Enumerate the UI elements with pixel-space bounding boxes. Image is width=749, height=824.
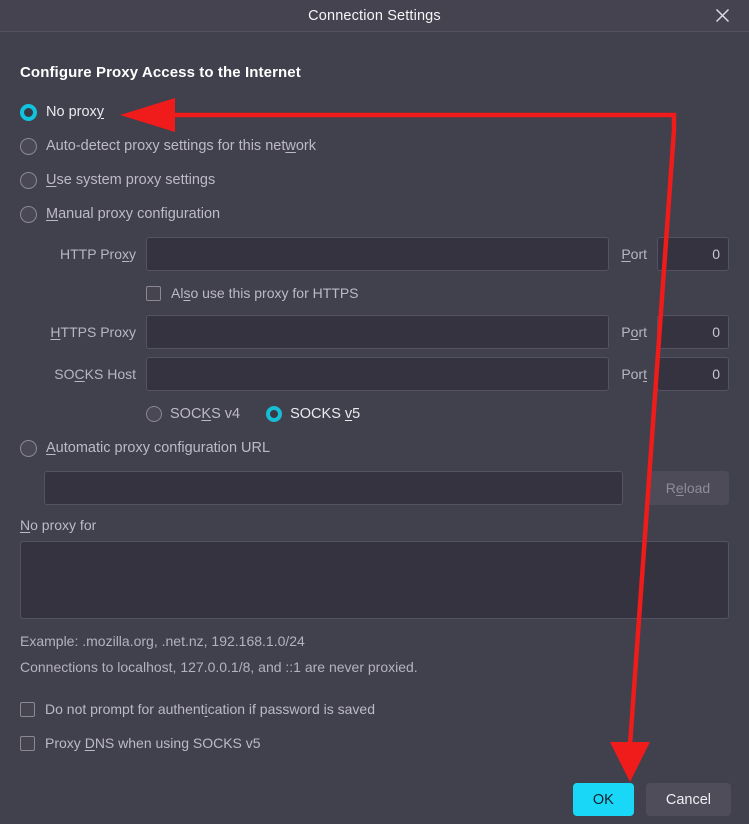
hint-example: Example: .mozilla.org, .net.nz, 192.168.… [20,631,729,653]
radio-label-no-proxy: No proxy [46,104,104,120]
radio-no-proxy[interactable]: No proxy [20,97,729,127]
checkbox-also-https[interactable]: Also use this proxy for HTTPS [20,279,729,307]
http-proxy-input[interactable] [146,237,609,271]
radio-label-socks-v4: SOCKS v4 [170,406,240,422]
bottom-checkbox-group: Do not prompt for authentication if pass… [20,692,729,760]
https-port-label: Port [609,324,657,340]
radio-indicator [20,138,37,155]
checkbox-no-auth-prompt[interactable]: Do not prompt for authentication if pass… [20,692,729,726]
checkbox-indicator [20,702,35,717]
dialog-titlebar: Connection Settings [0,0,749,32]
pac-url-input[interactable] [44,471,623,505]
http-port-input[interactable] [657,237,729,271]
dialog-footer: OK Cancel [573,783,731,816]
ok-button[interactable]: OK [573,783,634,816]
close-icon[interactable] [709,3,735,29]
radio-indicator [20,440,37,457]
no-proxy-for-textarea[interactable] [20,541,729,619]
pac-url-row: Reload [20,471,729,505]
radio-use-system[interactable]: Use system proxy settings [20,165,729,195]
connection-settings-dialog: Connection Settings Configure Proxy Acce… [0,0,749,824]
radio-pac-url[interactable]: Automatic proxy configuration URL [20,433,729,463]
http-proxy-label: HTTP Proxy [44,246,146,262]
section-title: Configure Proxy Access to the Internet [20,64,729,81]
radio-socks-v4[interactable]: SOCKS v4 [146,399,240,429]
radio-label-pac-url: Automatic proxy configuration URL [46,440,270,456]
radio-socks-v5[interactable]: SOCKS v5 [266,399,360,429]
radio-manual[interactable]: Manual proxy configuration [20,199,729,229]
dialog-body: Configure Proxy Access to the Internet N… [0,32,749,760]
reload-button[interactable]: Reload [647,471,729,505]
https-proxy-label: HTTPS Proxy [44,324,146,340]
socks-host-label: SOCKS Host [44,366,146,382]
https-port-input[interactable] [657,315,729,349]
socks-port-label: Port [609,366,657,382]
radio-label-manual: Manual proxy configuration [46,206,220,222]
socks-version-group: SOCKS v4 SOCKS v5 [20,399,729,429]
checkbox-label-proxy-dns: Proxy DNS when using SOCKS v5 [45,735,261,751]
http-port-label: Port [609,246,657,262]
radio-label-socks-v5: SOCKS v5 [290,406,360,422]
radio-label-auto-detect: Auto-detect proxy settings for this netw… [46,138,316,154]
https-proxy-input[interactable] [146,315,609,349]
radio-indicator [20,172,37,189]
http-proxy-row: HTTP Proxy Port [20,237,729,271]
radio-indicator [146,406,162,422]
no-proxy-for-label: No proxy for [20,517,729,533]
https-proxy-row: HTTPS Proxy Port [20,315,729,349]
dialog-title: Connection Settings [308,8,441,24]
checkbox-proxy-dns[interactable]: Proxy DNS when using SOCKS v5 [20,726,729,760]
socks-host-row: SOCKS Host Port [20,357,729,391]
checkbox-label-also-https: Also use this proxy for HTTPS [171,285,359,301]
hint-localhost: Connections to localhost, 127.0.0.1/8, a… [20,657,729,679]
checkbox-label-no-auth-prompt: Do not prompt for authentication if pass… [45,701,375,717]
socks-host-input[interactable] [146,357,609,391]
radio-indicator [20,104,37,121]
socks-port-input[interactable] [657,357,729,391]
checkbox-indicator [20,736,35,751]
radio-auto-detect[interactable]: Auto-detect proxy settings for this netw… [20,131,729,161]
radio-indicator [20,206,37,223]
radio-indicator [266,406,282,422]
cancel-button[interactable]: Cancel [646,783,731,816]
radio-label-use-system: Use system proxy settings [46,172,215,188]
checkbox-indicator [146,286,161,301]
